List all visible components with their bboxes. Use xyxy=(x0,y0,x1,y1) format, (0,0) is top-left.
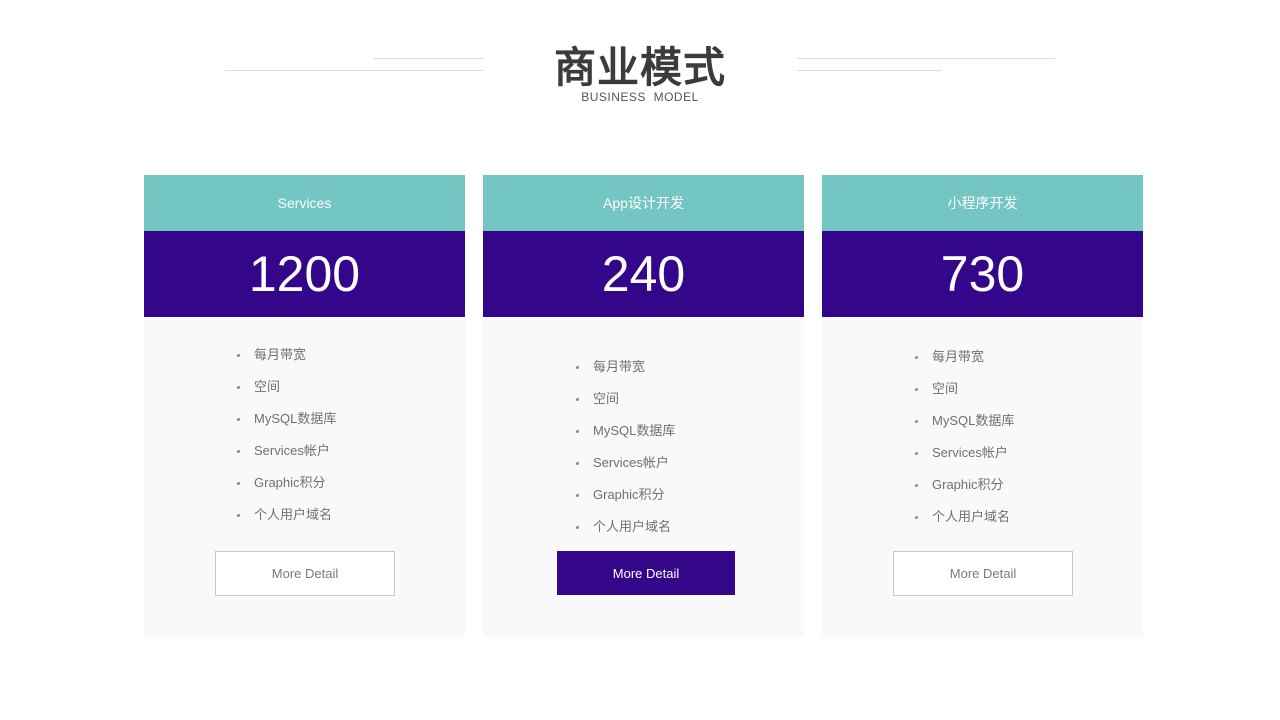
more-detail-button[interactable]: More Detail xyxy=(557,551,735,595)
more-detail-button[interactable]: More Detail xyxy=(215,551,395,596)
feature-item: Graphic积分 xyxy=(915,469,1014,501)
feature-list: 每月带宽 空间 MySQL数据库 Services帐户 Graphic积分 个人… xyxy=(576,351,675,543)
pricing-card-mini-program: 小程序开发 730 每月带宽 空间 MySQL数据库 Services帐户 Gr… xyxy=(822,175,1143,637)
feature-item: MySQL数据库 xyxy=(576,415,675,447)
feature-item: 空间 xyxy=(237,371,336,403)
feature-item: 空间 xyxy=(576,383,675,415)
feature-item: MySQL数据库 xyxy=(915,405,1014,437)
feature-item: 每月带宽 xyxy=(915,341,1014,373)
page-subtitle: BUSINESS MODEL xyxy=(581,90,699,104)
card-price: 730 xyxy=(822,231,1143,317)
feature-item: 个人用户域名 xyxy=(237,499,336,531)
page-title: 商业模式 xyxy=(553,43,726,92)
pricing-card-app-dev: App设计开发 240 每月带宽 空间 MySQL数据库 Services帐户 … xyxy=(483,175,804,637)
feature-item: Graphic积分 xyxy=(237,467,336,499)
slide: 商业模式 BUSINESS MODEL Services 1200 每月带宽 空… xyxy=(0,0,1280,720)
card-price: 240 xyxy=(483,231,804,317)
feature-item: 空间 xyxy=(915,373,1014,405)
feature-item: 每月带宽 xyxy=(237,339,336,371)
card-title: Services xyxy=(144,175,465,231)
feature-item: 个人用户域名 xyxy=(915,501,1014,533)
feature-item: Services帐户 xyxy=(237,435,336,467)
card-title: 小程序开发 xyxy=(822,175,1143,231)
card-price: 1200 xyxy=(144,231,465,317)
feature-list: 每月带宽 空间 MySQL数据库 Services帐户 Graphic积分 个人… xyxy=(237,339,336,531)
feature-item: 个人用户域名 xyxy=(576,511,675,543)
feature-item: Graphic积分 xyxy=(576,479,675,511)
pricing-card-services: Services 1200 每月带宽 空间 MySQL数据库 Services帐… xyxy=(144,175,465,637)
feature-item: Services帐户 xyxy=(915,437,1014,469)
feature-item: 每月带宽 xyxy=(576,351,675,383)
card-title: App设计开发 xyxy=(483,175,804,231)
feature-list: 每月带宽 空间 MySQL数据库 Services帐户 Graphic积分 个人… xyxy=(915,341,1014,533)
feature-item: Services帐户 xyxy=(576,447,675,479)
more-detail-button[interactable]: More Detail xyxy=(893,551,1073,596)
feature-item: MySQL数据库 xyxy=(237,403,336,435)
